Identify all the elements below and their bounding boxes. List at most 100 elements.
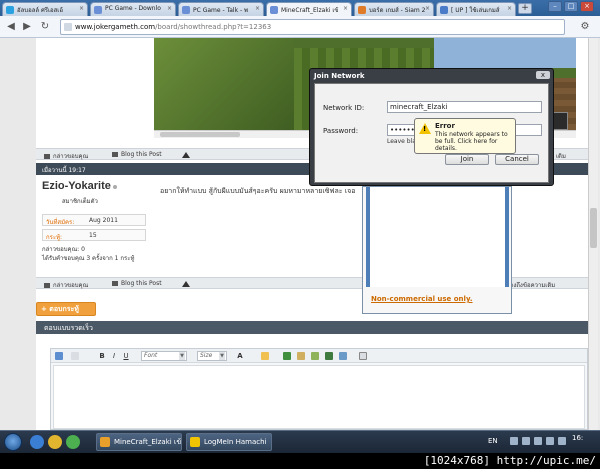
address-bar[interactable]: www.jokergameth.com/board/showthread.php…: [60, 19, 565, 35]
video-icon[interactable]: [325, 352, 333, 360]
close-tab-icon[interactable]: ×: [79, 5, 84, 12]
underline-button[interactable]: U: [121, 351, 131, 361]
font-select[interactable]: Font ▼: [141, 351, 187, 361]
hamachi-window: Non-commercial use only.: [362, 186, 512, 314]
thanks-button[interactable]: กล่าวขอบคุณ: [44, 151, 88, 161]
tab-3[interactable]: PC Game - Talk - พ ×: [178, 2, 264, 16]
taskbar-clock[interactable]: 16:: [572, 434, 583, 442]
remove-format-icon[interactable]: [71, 352, 79, 360]
url-host: www.jokergameth.com: [75, 23, 156, 31]
post-body: อยากให้ทำแบบ สู้กับผีแบบมันส์ๆอะครับ ผมห…: [160, 187, 356, 195]
tab-5[interactable]: บอร์ด เกมส์ - Siam 2 ×: [354, 2, 434, 16]
forward-arrow-icon[interactable]: ▶: [20, 20, 34, 34]
text-color-button[interactable]: A: [235, 351, 245, 361]
new-tab-button[interactable]: +: [518, 3, 532, 14]
user-title: สมาชิกเต็มตัว: [62, 198, 98, 205]
favicon-icon: [440, 6, 448, 14]
wrench-menu-icon[interactable]: ⚙: [578, 20, 592, 34]
error-title: Error: [435, 122, 455, 130]
chevron-down-icon: ▼: [179, 352, 185, 360]
close-tab-icon[interactable]: ×: [425, 5, 430, 12]
hamachi-network-list: [366, 187, 509, 287]
reload-icon[interactable]: ↻: [38, 20, 52, 34]
hamachi-icon: [190, 437, 200, 447]
scrollbar-thumb[interactable]: [590, 208, 597, 248]
post-date: เมื่อวานนี้ 19:17: [42, 167, 86, 174]
close-tab-icon[interactable]: ×: [343, 5, 348, 12]
blog-icon: [112, 152, 118, 157]
blog-this-post-link[interactable]: Blog this Post: [112, 280, 162, 287]
warning-icon: [419, 123, 431, 134]
minimize-button[interactable]: –: [548, 1, 562, 12]
quote-icon[interactable]: [359, 352, 367, 360]
error-message: This network appears to be full. Click h…: [435, 131, 508, 152]
ie-icon[interactable]: [30, 435, 44, 449]
reply-thread-button[interactable]: + ตอบกระทู้: [36, 302, 96, 316]
email-link-icon[interactable]: [297, 352, 305, 360]
warning-icon: [182, 280, 190, 287]
warning-icon: [182, 151, 190, 158]
size-select[interactable]: Size ▼: [197, 351, 227, 361]
thanked-count: ได้รับคำขอบคุณ 3 ครั้งจาก 1 กระทู้: [42, 255, 135, 262]
watermark-text: [1024x768] http://upic.me/: [0, 453, 600, 469]
reply-textarea[interactable]: [53, 365, 585, 429]
network-id-input[interactable]: minecraft_Elzaki: [387, 101, 542, 113]
screen: อัลบอลล์ ศรีเอสเอ้ × PC Game - Downlo × PC…: [0, 0, 600, 469]
quote-link[interactable]: ้างถึงข้อความเดิม: [510, 280, 555, 290]
report-button[interactable]: [182, 280, 190, 287]
close-tab-icon[interactable]: ×: [167, 5, 172, 12]
back-arrow-icon[interactable]: ◀: [4, 20, 18, 34]
non-commercial-link[interactable]: Non-commercial use only.: [371, 295, 473, 303]
multi-quote-link[interactable]: เดิม: [556, 151, 566, 161]
thanks-icon: [44, 283, 50, 288]
browser-tab-bar: อัลบอลล์ ศรีเอสเอ้ × PC Game - Downlo × PC…: [0, 0, 600, 16]
close-tab-icon[interactable]: ×: [255, 5, 260, 12]
thanks-icon: [44, 154, 50, 159]
quick-reply-header: ตอบแบบรวดเร็ว: [36, 321, 588, 334]
scrollbar-thumb[interactable]: [160, 132, 240, 137]
offline-status-icon: [112, 184, 117, 189]
chrome-icon[interactable]: [66, 435, 80, 449]
image-icon[interactable]: [311, 352, 319, 360]
tray-power-icon[interactable]: [558, 437, 566, 445]
link-icon[interactable]: [283, 352, 291, 360]
cancel-button[interactable]: Cancel: [495, 154, 539, 165]
thanks-button[interactable]: กล่าวขอบคุณ: [44, 280, 88, 290]
reply-editor: B I U Font ▼ Size ▼ A: [50, 348, 588, 430]
start-button[interactable]: [4, 433, 22, 451]
tab-6[interactable]: [ UP ] ใช้เล่นเกมส์ ×: [436, 2, 516, 16]
favicon-icon: [182, 6, 190, 14]
language-indicator[interactable]: EN: [488, 437, 498, 445]
explorer-icon[interactable]: [48, 435, 62, 449]
join-button[interactable]: Join: [445, 154, 489, 165]
tray-volume-icon[interactable]: [546, 437, 554, 445]
taskbar-item-hamachi[interactable]: LogMeIn Hamachi: [186, 433, 272, 451]
report-button[interactable]: [182, 151, 190, 158]
maximize-button[interactable]: □: [564, 1, 578, 12]
taskbar-item-browser[interactable]: MineCraft_Elzaki เข้...: [96, 433, 182, 451]
bold-button[interactable]: B: [97, 351, 107, 361]
tray-flag-icon[interactable]: [522, 437, 530, 445]
favicon-icon: [358, 6, 366, 14]
tray-arrow-icon[interactable]: [510, 437, 518, 445]
italic-button[interactable]: I: [109, 351, 119, 361]
username-link[interactable]: Ezio-Yokarite: [42, 180, 111, 192]
page-icon: [64, 23, 72, 31]
tab-1[interactable]: อัลบอลล์ ศรีเอสเอ้ ×: [2, 2, 88, 16]
tray-network-icon[interactable]: [534, 437, 542, 445]
close-tab-icon[interactable]: ×: [507, 5, 512, 12]
error-tooltip[interactable]: Error This network appears to be full. C…: [414, 118, 516, 154]
url-path: /board/showthread.php?t=12363: [155, 23, 272, 31]
tab-2[interactable]: PC Game - Downlo ×: [90, 2, 176, 16]
editor-toolbar: B I U Font ▼ Size ▼ A: [51, 349, 587, 363]
tab-4-active[interactable]: MineCraft_Elzaki เข้ ×: [266, 2, 352, 16]
favicon-icon: [94, 6, 102, 14]
page-vertical-scrollbar[interactable]: [588, 38, 598, 430]
close-window-button[interactable]: ×: [580, 1, 594, 12]
switch-mode-icon[interactable]: [55, 352, 63, 360]
smiley-icon[interactable]: [261, 352, 269, 360]
chevron-down-icon: ▼: [219, 352, 225, 360]
blog-this-post-link[interactable]: Blog this Post: [112, 151, 162, 158]
dialog-close-button[interactable]: x: [536, 71, 550, 79]
attachment-icon[interactable]: [339, 352, 347, 360]
